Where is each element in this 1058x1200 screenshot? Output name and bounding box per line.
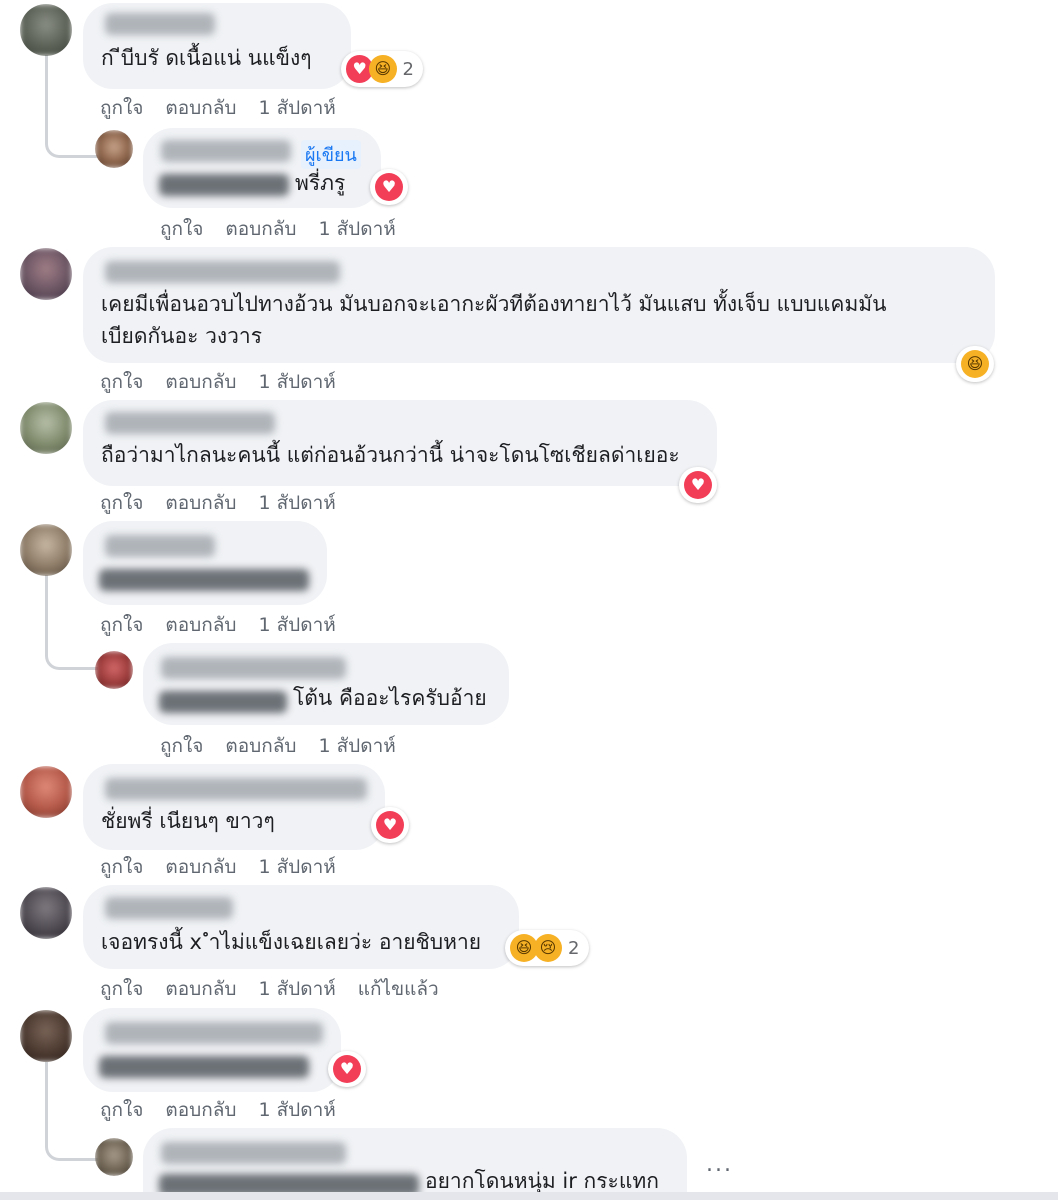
reply-link[interactable]: ตอบกลับ bbox=[165, 852, 236, 882]
like-link[interactable]: ถูกใจ bbox=[100, 488, 143, 518]
commenter-name-blurred[interactable] bbox=[105, 1022, 323, 1044]
avatar[interactable] bbox=[20, 887, 72, 939]
like-link[interactable]: ถูกใจ bbox=[100, 852, 143, 882]
timestamp[interactable]: 1 สัปดาห์ bbox=[258, 367, 335, 397]
comment-bubble bbox=[83, 1008, 341, 1092]
haha-reaction-icon: 😆 bbox=[369, 55, 397, 83]
reply-link[interactable]: ตอบกลับ bbox=[165, 610, 236, 640]
reply-link[interactable]: ตอบกลับ bbox=[165, 93, 236, 123]
reaction-summary[interactable]: ♥ bbox=[370, 169, 408, 205]
heart-reaction-icon: ♥ bbox=[333, 1055, 361, 1083]
heart-reaction-icon: ♥ bbox=[375, 173, 403, 201]
reaction-summary[interactable]: ♥ bbox=[328, 1051, 366, 1087]
like-link[interactable]: ถูกใจ bbox=[100, 974, 143, 1004]
like-link[interactable]: ถูกใจ bbox=[160, 214, 203, 244]
reaction-summary[interactable]: ♥ bbox=[371, 807, 409, 843]
like-link[interactable]: ถูกใจ bbox=[100, 93, 143, 123]
comment-bubble: เคยมีเพื่อนอวบไปทางอ้วน มันบอกจะเอากะผัว… bbox=[83, 247, 995, 363]
like-link[interactable]: ถูกใจ bbox=[160, 731, 203, 761]
avatar[interactable] bbox=[20, 1010, 72, 1062]
heart-reaction-icon: ♥ bbox=[684, 471, 712, 499]
reaction-summary[interactable]: ♥ bbox=[679, 467, 717, 503]
comment-bubble: ชั่ยพรี่ เนียนๆ ขาวๆ bbox=[83, 764, 385, 850]
comment-text: เบียดกันอะ วงวาร bbox=[101, 324, 262, 348]
comment-actions: ถูกใจ ตอบกลับ 1 สัปดาห์ bbox=[100, 610, 358, 640]
tagged-name-blurred[interactable] bbox=[159, 174, 289, 196]
avatar[interactable] bbox=[95, 1138, 133, 1176]
comment-bubble: ก ีบีบรั ดเนื้อแน่ นแข็งๆ bbox=[83, 3, 351, 89]
timestamp[interactable]: 1 สัปดาห์ bbox=[258, 488, 335, 518]
author-badge: ผู้เขียน bbox=[301, 140, 361, 169]
avatar[interactable] bbox=[20, 766, 72, 818]
timestamp[interactable]: 1 สัปดาห์ bbox=[318, 214, 395, 244]
tagged-name-blurred[interactable] bbox=[159, 691, 287, 713]
comment-text: ถือว่ามาไกลนะคนนี้ แต่ก่อนอ้วนกว่านี้ น่… bbox=[101, 443, 680, 467]
reply-link[interactable]: ตอบกลับ bbox=[165, 1095, 236, 1125]
reply-link[interactable]: ตอบกลับ bbox=[225, 731, 296, 761]
sad-reaction-icon: 😢 bbox=[534, 934, 562, 962]
comment-actions: ถูกใจ ตอบกลับ 1 สัปดาห์ bbox=[100, 93, 358, 123]
commenter-name-blurred[interactable] bbox=[105, 412, 275, 434]
reaction-count: 2 bbox=[402, 58, 414, 80]
tagged-name-blurred[interactable] bbox=[99, 1056, 309, 1078]
reaction-summary[interactable]: 😆 😢 2 bbox=[505, 930, 589, 966]
comment-actions: ถูกใจ ตอบกลับ 1 สัปดาห์ bbox=[100, 1095, 358, 1125]
heart-reaction-icon: ♥ bbox=[376, 811, 404, 839]
comment-actions: ถูกใจ ตอบกลับ 1 สัปดาห์ bbox=[100, 488, 358, 518]
timestamp[interactable]: 1 สัปดาห์ bbox=[258, 610, 335, 640]
commenter-name-blurred[interactable] bbox=[105, 261, 340, 283]
bottom-edge bbox=[0, 1192, 1058, 1200]
commenter-name-blurred[interactable] bbox=[105, 897, 233, 919]
comment-text: ชั่ยพรี่ เนียนๆ ขาวๆ bbox=[101, 809, 275, 833]
reaction-summary[interactable]: ♥ 😆 2 bbox=[341, 51, 423, 87]
avatar[interactable] bbox=[20, 402, 72, 454]
reply-actions: ถูกใจ ตอบกลับ 1 สัปดาห์ bbox=[160, 731, 418, 761]
commenter-name-blurred[interactable] bbox=[105, 778, 367, 800]
reply-text: พรี่ภรู bbox=[295, 171, 346, 195]
haha-reaction-icon: 😆 bbox=[961, 350, 989, 378]
comment-actions: ถูกใจ ตอบกลับ 1 สัปดาห์ แก้ไขแล้ว bbox=[100, 974, 461, 1004]
commenter-name-blurred[interactable] bbox=[105, 13, 215, 35]
reply-link[interactable]: ตอบกลับ bbox=[165, 367, 236, 397]
comment-text: ก ีบีบรั ดเนื้อแน่ นแข็งๆ bbox=[101, 46, 312, 70]
comment-text: เจอทรงนี้ x ำไม่แข็งเฉยเลยว่ะ อายชิบหาย bbox=[101, 930, 482, 954]
timestamp[interactable]: 1 สัปดาห์ bbox=[318, 731, 395, 761]
comment-text: เคยมีเพื่อนอวบไปทางอ้วน มันบอกจะเอากะผัว… bbox=[101, 292, 887, 316]
comment-bubble: ถือว่ามาไกลนะคนนี้ แต่ก่อนอ้วนกว่านี้ น่… bbox=[83, 400, 717, 486]
avatar[interactable] bbox=[20, 4, 72, 56]
avatar[interactable] bbox=[95, 651, 133, 689]
timestamp[interactable]: 1 สัปดาห์ bbox=[258, 1095, 335, 1125]
comment-actions: ถูกใจ ตอบกลับ 1 สัปดาห์ bbox=[100, 367, 358, 397]
reply-actions: ถูกใจ ตอบกลับ 1 สัปดาห์ bbox=[160, 214, 418, 244]
timestamp[interactable]: 1 สัปดาห์ bbox=[258, 974, 335, 1004]
tagged-name-blurred[interactable] bbox=[99, 569, 309, 591]
commenter-name-blurred[interactable] bbox=[161, 140, 291, 162]
reply-link[interactable]: ตอบกลับ bbox=[165, 488, 236, 518]
reply-bubble: ผู้เขียน พรี่ภรู bbox=[143, 128, 381, 208]
comment-bubble bbox=[83, 521, 327, 605]
like-link[interactable]: ถูกใจ bbox=[100, 1095, 143, 1125]
avatar[interactable] bbox=[20, 248, 72, 300]
reply-link[interactable]: ตอบกลับ bbox=[225, 214, 296, 244]
commenter-name-blurred[interactable] bbox=[105, 535, 215, 557]
timestamp[interactable]: 1 สัปดาห์ bbox=[258, 93, 335, 123]
reply-bubble: โต้น คืออะไรครับอ้าย bbox=[143, 643, 509, 725]
more-options-icon[interactable]: ... bbox=[706, 1152, 733, 1177]
like-link[interactable]: ถูกใจ bbox=[100, 610, 143, 640]
edited-label: แก้ไขแล้ว bbox=[357, 978, 439, 1000]
avatar[interactable] bbox=[95, 130, 133, 168]
comment-actions: ถูกใจ ตอบกลับ 1 สัปดาห์ bbox=[100, 852, 358, 882]
reply-link[interactable]: ตอบกลับ bbox=[165, 974, 236, 1004]
reaction-count: 2 bbox=[568, 937, 580, 959]
commenter-name-blurred[interactable] bbox=[161, 1142, 346, 1164]
like-link[interactable]: ถูกใจ bbox=[100, 367, 143, 397]
commenter-name-blurred[interactable] bbox=[161, 657, 346, 679]
avatar[interactable] bbox=[20, 524, 72, 576]
reply-text: โต้น คืออะไรครับอ้าย bbox=[293, 686, 487, 710]
timestamp[interactable]: 1 สัปดาห์ bbox=[258, 852, 335, 882]
reply-bubble: อยากโดนหนุ่ม ir กระแทก bbox=[143, 1128, 687, 1200]
reaction-summary[interactable]: 😆 bbox=[956, 346, 994, 382]
comment-bubble: เจอทรงนี้ x ำไม่แข็งเฉยเลยว่ะ อายชิบหาย bbox=[83, 885, 519, 969]
